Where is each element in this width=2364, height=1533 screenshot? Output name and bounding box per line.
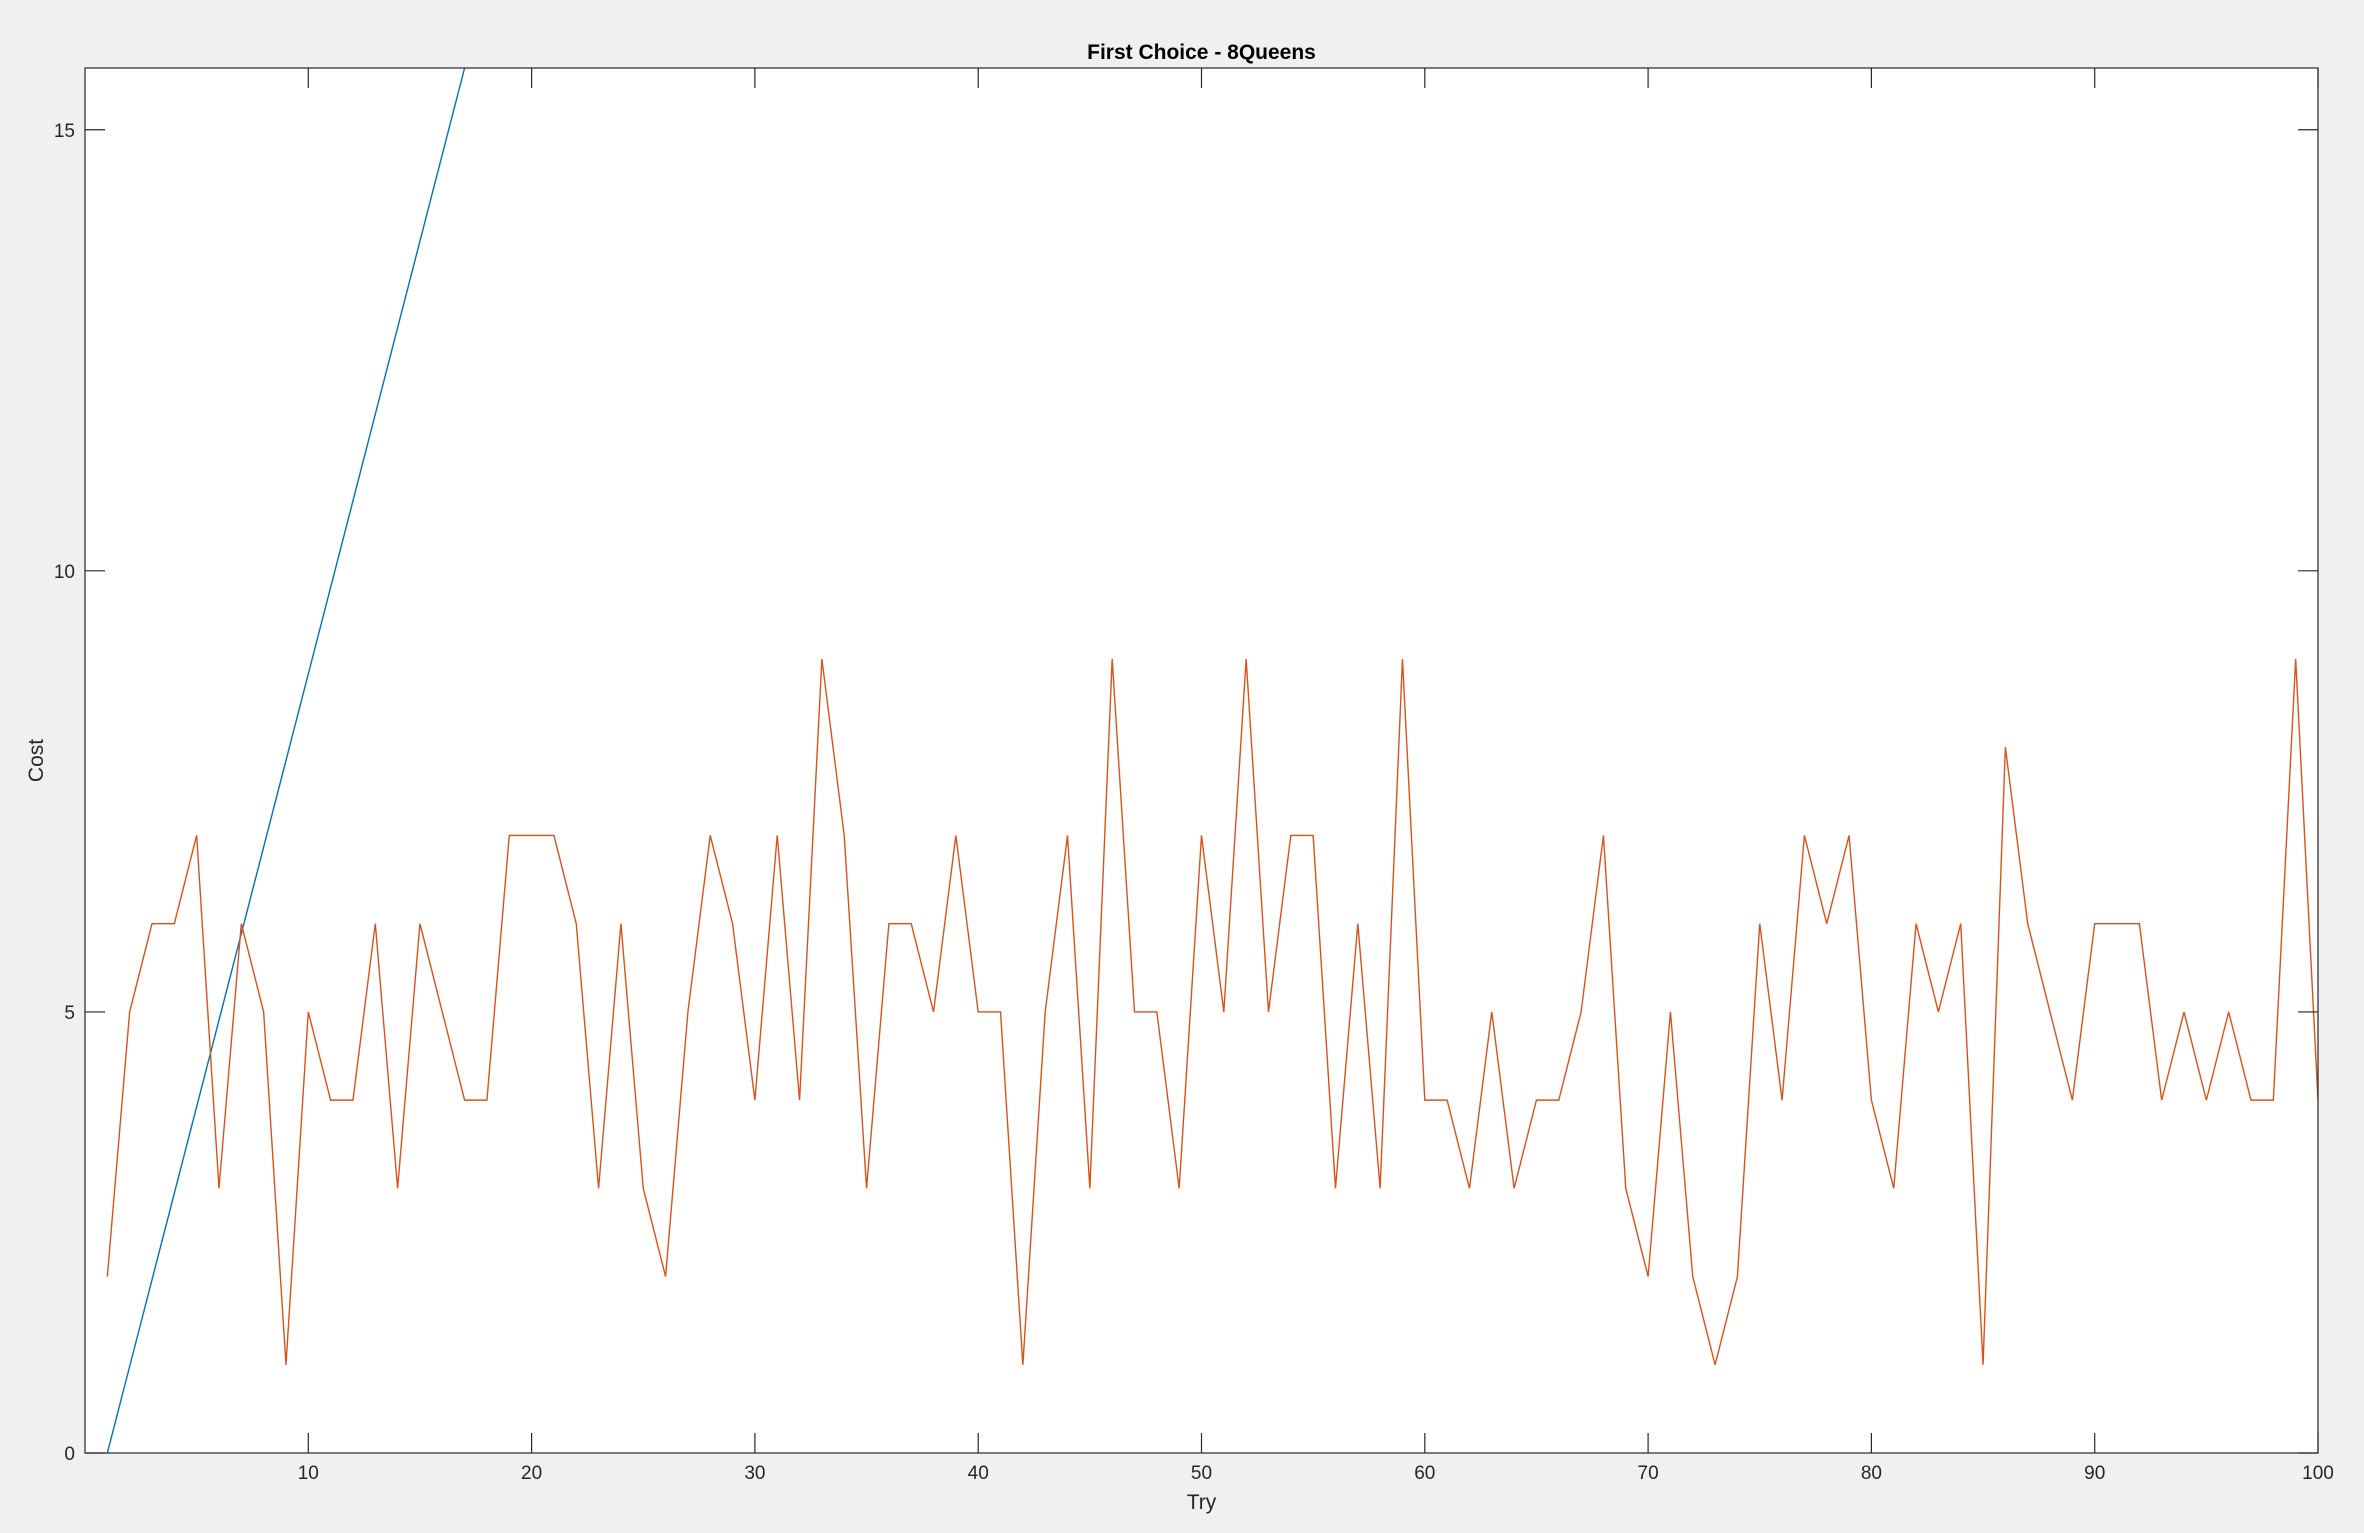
- x-tick-label: 70: [1638, 1463, 1659, 1484]
- x-tick-label: 20: [521, 1463, 542, 1484]
- x-tick-label: 40: [968, 1463, 989, 1484]
- figure-window: 10 20 30 40 50 60 70 80 90 100 0 5 10 15 First Choice…: [0, 0, 2364, 1528]
- y-axis-label: Cost: [25, 739, 48, 782]
- x-tick-label: 100: [2302, 1463, 2334, 1484]
- x-tick-label: 10: [298, 1463, 319, 1484]
- y-tick-label: 15: [54, 121, 75, 142]
- x-axis-label: Try: [1187, 1491, 1217, 1514]
- y-tick-label: 5: [64, 1003, 75, 1024]
- y-tick-label: 0: [64, 1444, 75, 1465]
- x-tick-label: 60: [1414, 1463, 1435, 1484]
- x-tick-label: 50: [1191, 1463, 1212, 1484]
- x-tick-label: 80: [1861, 1463, 1882, 1484]
- chart: 10 20 30 40 50 60 70 80 90 100 0 5 10 15 First Choice…: [25, 41, 2334, 1514]
- plot-area: [85, 68, 2318, 1453]
- chart-title: First Choice - 8Queens: [1087, 41, 1316, 64]
- x-tick-label: 30: [744, 1463, 765, 1484]
- x-tick-label: 90: [2084, 1463, 2105, 1484]
- y-tick-label: 10: [54, 562, 75, 583]
